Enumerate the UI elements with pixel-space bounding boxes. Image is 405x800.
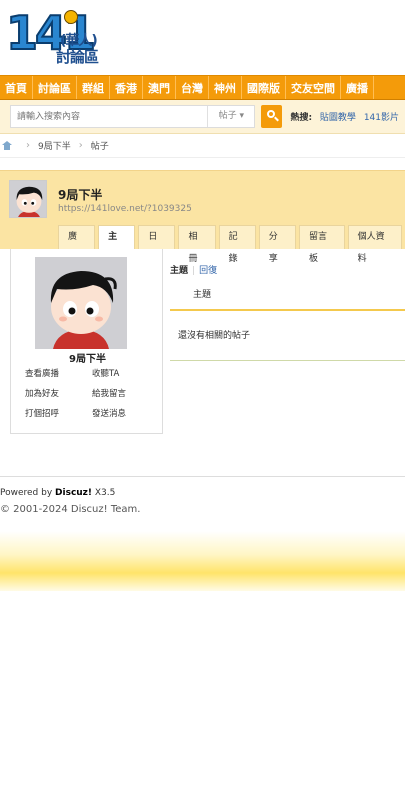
chevron-right-icon: › <box>78 140 83 151</box>
hot-item-tutorial[interactable]: 貼圖教學 <box>320 113 356 123</box>
nav-item-groups[interactable]: 群組 <box>77 76 110 99</box>
nav-item-broadcast[interactable]: 廣播 <box>341 76 374 99</box>
tab-records[interactable]: 記錄 <box>218 225 256 264</box>
search-scope-select[interactable]: 帖子 ▾ <box>207 106 254 127</box>
leave-message-link[interactable]: 給我留言 <box>92 389 159 399</box>
avatar-large[interactable] <box>35 257 127 349</box>
tab-album[interactable]: 相冊 <box>178 225 216 264</box>
follow-link[interactable]: 收聽TA <box>92 369 159 379</box>
nav-item-forum[interactable]: 討論區 <box>33 76 77 99</box>
globe-icon <box>64 10 78 24</box>
avatar[interactable] <box>9 180 47 218</box>
site-logo[interactable]: 141 (華人) 討論區 <box>4 6 104 68</box>
hot-label: 熱搜: <box>290 113 313 123</box>
tab-broadcast[interactable]: 廣播 <box>58 225 96 264</box>
card-username: 9局下半 <box>69 354 106 365</box>
tab-share[interactable]: 分享 <box>258 225 296 264</box>
card-actions: 查看廣播 收聽TA 加為好友 給我留言 打個招呼 發送消息 <box>25 369 159 419</box>
tab-profile[interactable]: 個人資料 <box>347 225 402 264</box>
nav-item-macau[interactable]: 澳門 <box>143 76 176 99</box>
nav-item-taiwan[interactable]: 台灣 <box>176 76 209 99</box>
profile-name: 9局下半 <box>58 188 103 202</box>
breadcrumb-posts: 帖子 <box>90 142 109 152</box>
nav-item-hongkong[interactable]: 香港 <box>110 76 143 99</box>
profile-tabs: 廣播 主題 日誌 相冊 記錄 分享 留言板 個人資料 <box>58 225 405 264</box>
add-friend-link[interactable]: 加為好友 <box>25 389 92 399</box>
subtab-topics[interactable]: 主題 <box>170 266 188 276</box>
threads-panel: 主題 | 回復 主題 還沒有相關的帖子 <box>170 249 405 361</box>
tab-blog[interactable]: 日誌 <box>138 225 176 264</box>
subtab-replies[interactable]: 回復 <box>199 266 217 276</box>
search-input[interactable] <box>11 106 208 127</box>
say-hello-link[interactable]: 打個招呼 <box>25 409 92 419</box>
tab-guestbook[interactable]: 留言板 <box>298 225 345 264</box>
search-button[interactable] <box>261 105 283 128</box>
main-nav: 首頁 討論區 群組 香港 澳門 台灣 神州 國際版 交友空間 廣播 <box>0 75 405 100</box>
thread-table-header: 主題 <box>170 283 405 311</box>
search-box: 帖子 ▾ <box>10 105 256 128</box>
nav-item-social[interactable]: 交友空間 <box>286 76 341 99</box>
footer-decoration <box>0 531 405 591</box>
copyright: © 2001-2024 Discuz! Team. <box>0 504 141 515</box>
view-broadcast-link[interactable]: 查看廣播 <box>25 369 92 379</box>
powered-by: Powered by Discuz! X3.5 <box>0 488 116 498</box>
nav-item-international[interactable]: 國際版 <box>242 76 286 99</box>
chevron-right-icon: › <box>26 140 30 151</box>
main-content: 9局下半 查看廣播 收聽TA 加為好友 給我留言 打個招呼 發送消息 主題 | 回復… <box>0 249 405 477</box>
home-icon[interactable] <box>2 141 12 150</box>
empty-message: 還沒有相關的帖子 <box>170 311 405 361</box>
hot-item-videos[interactable]: 141影片 <box>364 113 399 123</box>
send-message-link[interactable]: 發送消息 <box>92 409 159 419</box>
breadcrumb-user[interactable]: 9局下半 <box>38 139 71 152</box>
tab-topics[interactable]: 主題 <box>98 225 136 264</box>
profile-header: 9局下半 https://141love.net/?1039325 廣播 主題 … <box>0 170 405 264</box>
footer: Powered by Discuz! X3.5 © 2001-2024 Disc… <box>0 477 405 515</box>
logo-line2: 討論區 <box>56 48 99 66</box>
nav-item-home[interactable]: 首頁 <box>0 76 33 99</box>
nav-item-china[interactable]: 神州 <box>209 76 242 99</box>
hot-searches: 熱搜: 貼圖教學 141影片 <box>290 110 399 123</box>
user-card: 9局下半 查看廣播 收聽TA 加為好友 給我留言 打個招呼 發送消息 <box>10 249 163 434</box>
discuz-link[interactable]: Discuz! <box>55 488 92 498</box>
site-header: 141 (華人) 討論區 <box>0 0 405 75</box>
breadcrumb: › 9局下半 › 帖子 <box>0 134 405 158</box>
thread-subtabs: 主題 | 回復 <box>170 266 218 276</box>
search-bar: 帖子 ▾ 熱搜: 貼圖教學 141影片 <box>0 100 405 134</box>
profile-url[interactable]: https://141love.net/?1039325 <box>58 204 192 214</box>
